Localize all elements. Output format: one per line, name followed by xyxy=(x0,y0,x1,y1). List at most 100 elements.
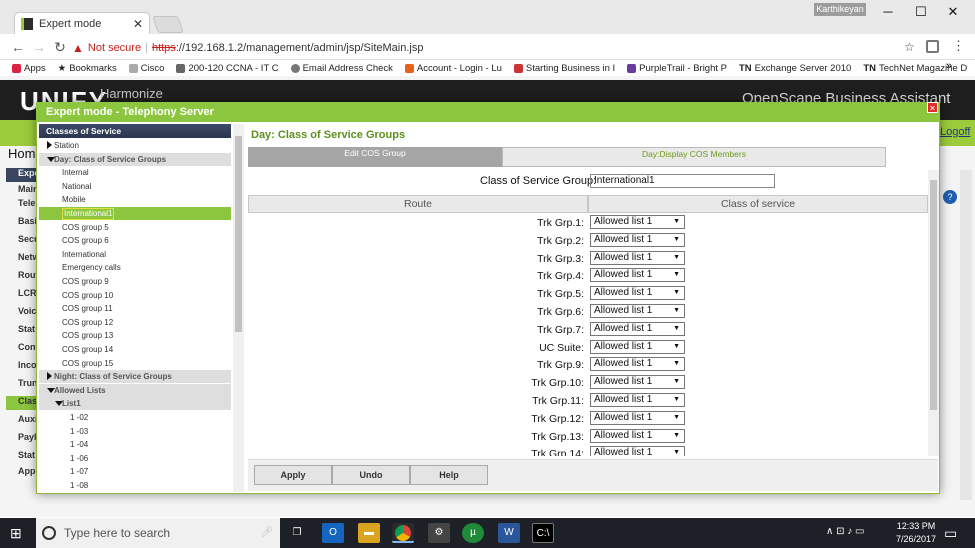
tree-item[interactable]: 1 -02 xyxy=(39,411,231,424)
tree-item[interactable]: COS group 6 xyxy=(39,234,231,247)
bookmark-bookmarks[interactable]: ★ Bookmarks xyxy=(58,63,117,74)
tree-item[interactable]: COS group 14 xyxy=(39,343,231,356)
maximize-icon[interactable]: ☐ xyxy=(905,4,937,20)
tree-item[interactable]: List1 xyxy=(39,397,231,411)
browser-tab[interactable]: Expert mode ✕ xyxy=(14,12,150,35)
bookmark-exchange[interactable]: TN Exchange Server 2010 xyxy=(739,63,851,74)
system-tray-icons[interactable]: ∧ ⊡ ♪ ▭ xyxy=(826,526,864,537)
tree-item[interactable]: COS group 15 xyxy=(39,357,231,370)
tree-item[interactable]: International xyxy=(39,248,231,261)
bookmark-account-login[interactable]: Account - Login - Lu xyxy=(404,63,502,74)
apply-button[interactable]: Apply xyxy=(254,465,332,485)
tree-item-label: 1 -04 xyxy=(70,440,89,450)
bookmark-star-icon[interactable]: ☆ xyxy=(904,40,915,54)
word-icon[interactable]: W xyxy=(498,523,520,543)
tree-item[interactable]: Station xyxy=(39,139,231,152)
taskbar-search[interactable]: Type here to search xyxy=(36,518,280,548)
cos-select[interactable]: Allowed list 1 ▼ xyxy=(590,304,685,318)
tree-item[interactable]: COS group 12 xyxy=(39,316,231,329)
help-icon[interactable]: ? xyxy=(943,190,957,204)
cos-select[interactable]: Allowed list 1 ▼ xyxy=(590,215,685,229)
bookmark-email-check[interactable]: Email Address Check xyxy=(290,63,393,74)
tree-item-label: COS group 14 xyxy=(62,345,114,354)
forward-icon[interactable]: → xyxy=(31,38,47,56)
route-label: Trk Grp.14: xyxy=(531,448,584,456)
tree-item[interactable]: Internal xyxy=(39,166,231,179)
cos-select[interactable]: Allowed list 1 ▼ xyxy=(590,321,685,336)
undo-button[interactable]: Undo xyxy=(332,465,410,485)
cos-select[interactable]: Allowed list 1 ▼ xyxy=(590,428,685,443)
close-tab-icon[interactable]: ✕ xyxy=(133,17,143,31)
notifications-icon[interactable]: ▭ xyxy=(944,525,957,542)
cos-select[interactable]: Allowed list 1 ▼ xyxy=(590,250,685,265)
cos-select[interactable]: Allowed list 1 ▼ xyxy=(590,393,685,407)
reload-icon[interactable]: ↻ xyxy=(52,38,68,56)
minimize-icon[interactable]: ─ xyxy=(872,4,904,20)
bookmark-cisco[interactable]: Cisco xyxy=(128,63,164,74)
tree-item[interactable]: COS group 13 xyxy=(39,329,231,342)
tree-item[interactable]: Mobile xyxy=(39,193,231,206)
task-view-icon[interactable]: ❐ xyxy=(286,523,308,543)
browser-menu-icon[interactable]: ⋮ xyxy=(952,38,965,54)
bookmark-ccna[interactable]: 200-120 CCNA - IT C xyxy=(176,63,279,74)
dialog-close-icon[interactable]: ✕ xyxy=(927,102,938,113)
bookmarks-overflow[interactable]: » xyxy=(946,60,952,72)
tab-display-cos-members[interactable]: Day:Display COS Members xyxy=(502,147,886,167)
cos-select[interactable]: Allowed list 1 ▼ xyxy=(590,286,685,301)
cos-select[interactable]: Allowed list 1 ▼ xyxy=(590,339,685,354)
taskbar-clock[interactable]: 12:33 PM 7/26/2017 xyxy=(892,520,940,546)
network-tool-icon[interactable]: ⚙ xyxy=(428,523,450,543)
microphone-icon[interactable]: 🎤︎ xyxy=(256,523,278,543)
cos-select[interactable]: Allowed list 1 ▼ xyxy=(590,410,685,425)
bookmark-apps[interactable]: Apps xyxy=(12,63,46,74)
tree-item[interactable]: 1 -04 xyxy=(39,438,231,451)
page-scrollbar[interactable] xyxy=(960,170,972,500)
bookmark-purpletrail[interactable]: PurpleTrail - Bright P xyxy=(627,63,727,74)
cos-select-value: Allowed list 1 xyxy=(594,322,653,334)
url-bar[interactable]: ▲ Not secure | https://192.168.1.2/manag… xyxy=(72,38,920,57)
tree-item[interactable]: 1 -03 xyxy=(39,425,231,438)
utorrent-icon[interactable]: µ xyxy=(462,523,484,543)
extension-icon[interactable] xyxy=(926,40,939,53)
tree-item[interactable]: 1 -07 xyxy=(39,465,231,478)
file-explorer-icon[interactable]: ▬ xyxy=(358,523,380,543)
cos-select[interactable]: Allowed list 1 ▼ xyxy=(590,268,685,283)
cos-select[interactable]: Allowed list 1 ▼ xyxy=(590,357,685,372)
outlook-icon[interactable]: O xyxy=(322,523,344,543)
command-prompt-icon[interactable]: C:\ xyxy=(532,523,554,543)
tree-item[interactable]: International1 xyxy=(39,207,231,220)
tree-item[interactable]: COS group 5 xyxy=(39,221,231,234)
new-tab-button[interactable] xyxy=(152,16,184,33)
tab-edit-cos-group[interactable]: Edit COS Group xyxy=(248,147,502,167)
tree-item[interactable]: National xyxy=(39,180,231,193)
tree-item[interactable]: Emergency calls xyxy=(39,261,231,274)
harmonize-tagline: Harmonize xyxy=(100,86,163,101)
logoff-link[interactable]: Logoff xyxy=(940,126,970,138)
tree-item[interactable]: Allowed Lists xyxy=(39,383,231,397)
bookmark-starting-business[interactable]: Starting Business in I xyxy=(513,63,615,74)
column-header-route: Route xyxy=(248,195,588,213)
tree-item[interactable]: COS group 10 xyxy=(39,289,231,302)
tree-item[interactable]: COS group 11 xyxy=(39,302,231,315)
tree-item[interactable]: COS group 9 xyxy=(39,275,231,288)
tree-item[interactable]: Night: Class of Service Groups xyxy=(39,370,231,384)
tree-item[interactable]: 1 -06 xyxy=(39,452,231,465)
route-label: Trk Grp.7: xyxy=(537,323,584,336)
table-row: Trk Grp.9: Allowed list 1 ▼ xyxy=(248,356,928,374)
content-scroll-thumb[interactable] xyxy=(930,180,937,410)
cos-select[interactable]: Allowed list 1 ▼ xyxy=(590,232,685,247)
tree-scroll-thumb[interactable] xyxy=(235,136,242,332)
back-icon[interactable]: ← xyxy=(10,38,26,56)
tree-item[interactable]: Day: Class of Service Groups xyxy=(39,152,231,166)
chrome-icon[interactable] xyxy=(392,523,414,543)
tree-item[interactable]: 1 -08 xyxy=(39,479,231,492)
help-button[interactable]: Help xyxy=(410,465,488,485)
collapsed-arrow-icon[interactable] xyxy=(47,372,52,381)
cos-group-input[interactable]: International1 xyxy=(590,174,775,188)
profile-badge[interactable]: Karthikeyan xyxy=(814,3,866,16)
cos-select[interactable]: Allowed list 1 ▼ xyxy=(590,446,685,456)
close-window-icon[interactable]: ✕ xyxy=(937,4,969,20)
cos-select[interactable]: Allowed list 1 ▼ xyxy=(590,375,685,390)
windows-start-icon[interactable]: ⊞ xyxy=(10,525,22,542)
collapsed-arrow-icon[interactable] xyxy=(47,141,52,149)
